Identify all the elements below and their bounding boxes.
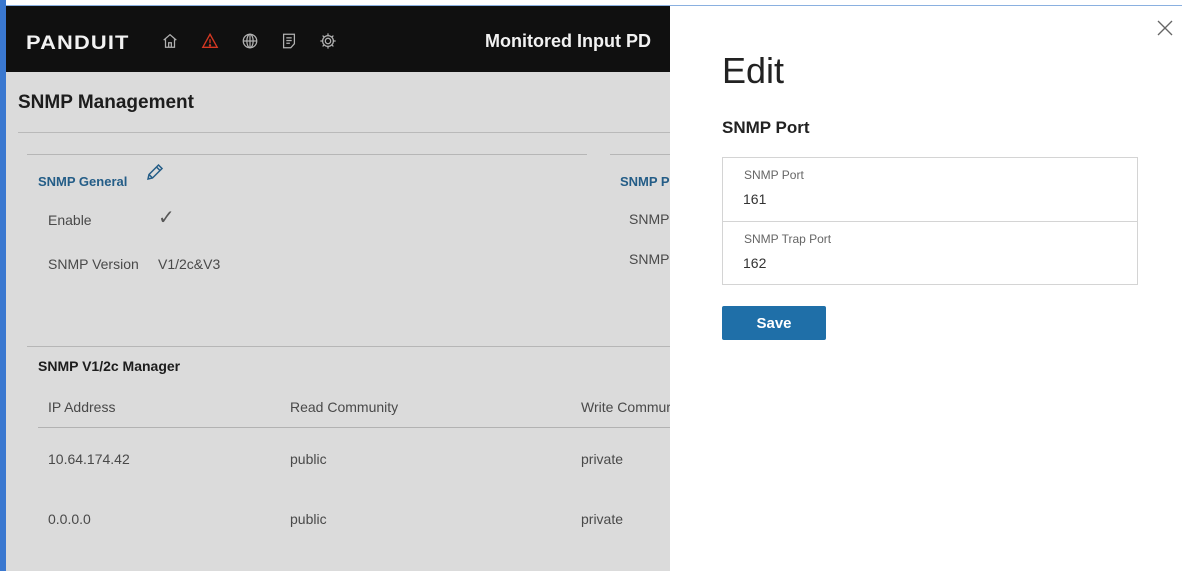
- snmp-trap-port-input[interactable]: [743, 255, 1113, 271]
- save-button[interactable]: Save: [722, 306, 826, 340]
- snmp-port-input[interactable]: [743, 191, 1113, 207]
- snmp-port-field[interactable]: SNMP Port: [722, 157, 1138, 222]
- close-icon[interactable]: [1155, 18, 1175, 38]
- snmp-trap-port-field-label: SNMP Trap Port: [744, 232, 832, 246]
- snmp-port-section-title: SNMP Port: [722, 118, 810, 137]
- drawer-title: Edit: [722, 50, 785, 91]
- modal-backdrop[interactable]: [6, 72, 670, 571]
- modal-backdrop-top: [6, 6, 670, 72]
- snmp-trap-port-field[interactable]: SNMP Trap Port: [722, 221, 1138, 285]
- snmp-port-field-label: SNMP Port: [744, 168, 804, 182]
